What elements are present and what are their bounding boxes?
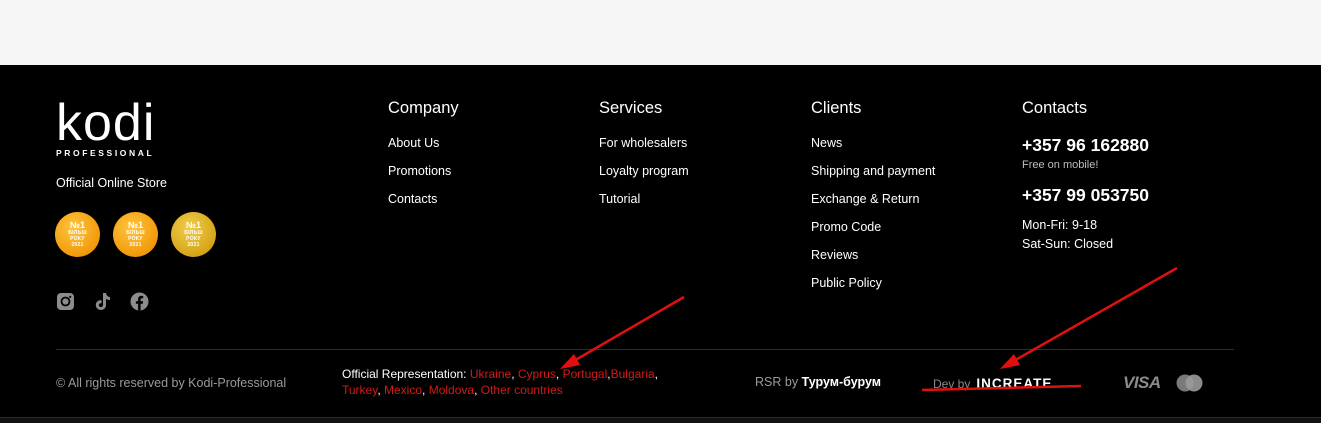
official-representation: Official Representation: Ukraine, Cyprus… — [342, 367, 658, 397]
footer-divider — [56, 349, 1234, 350]
logo-subtitle: PROFESSIONAL — [56, 148, 155, 158]
instagram-icon[interactable] — [56, 292, 75, 311]
store-label: Official Online Store — [56, 176, 167, 190]
footer-link-reviews[interactable]: Reviews — [811, 247, 935, 275]
hours-weekend: Sat-Sun: Closed — [1022, 237, 1114, 251]
country-link-other[interactable]: Other countries — [481, 383, 563, 397]
kodi-logo[interactable]: kodi PROFESSIONAL — [56, 94, 182, 158]
footer-link-public-policy[interactable]: Public Policy — [811, 275, 935, 303]
rsr-brand: Турум-бурум — [801, 375, 882, 389]
badge-rank: №1 — [69, 220, 86, 230]
badge-rank: №1 — [127, 220, 144, 230]
country-link-moldova[interactable]: Moldova — [429, 383, 474, 397]
hours-weekdays: Mon-Fri: 9-18 — [1022, 218, 1098, 232]
footer-link-shipping[interactable]: Shipping and payment — [811, 163, 935, 191]
award-badge: №1 БІЛЬШ РОКУ 2021 — [113, 212, 158, 257]
dev-brand: INCREATE — [976, 376, 1053, 391]
phone-note: Free on mobile! — [1022, 159, 1099, 171]
badge-text: 2021 — [129, 242, 142, 248]
footer-link-promotions[interactable]: Promotions — [388, 163, 459, 191]
footer-link-promo-code[interactable]: Promo Code — [811, 219, 935, 247]
tiktok-icon[interactable] — [93, 292, 112, 311]
footer-link-tutorial[interactable]: Tutorial — [599, 191, 689, 219]
country-link-ukraine[interactable]: Ukraine — [470, 367, 511, 381]
country-link-mexico[interactable]: Mexico — [384, 383, 422, 397]
social-links — [56, 292, 149, 311]
services-heading: Services — [599, 99, 663, 117]
developer-credit[interactable]: Dev by INCREATE — [933, 376, 1052, 391]
dev-label: Dev by — [933, 376, 971, 391]
badge-text: 2021 — [71, 242, 84, 248]
phone-number-secondary[interactable]: +357 99 053750 — [1022, 185, 1149, 206]
copyright-text: © All rights reserved by Kodi-Profession… — [56, 376, 287, 390]
clients-column: Clients News Shipping and payment Exchan… — [811, 99, 935, 303]
footer-link-contacts[interactable]: Contacts — [388, 191, 459, 219]
footer-link-wholesalers[interactable]: For wholesalers — [599, 135, 689, 163]
payment-methods: VISA — [1123, 373, 1204, 393]
footer-link-about-us[interactable]: About Us — [388, 135, 459, 163]
company-column: Company About Us Promotions Contacts — [388, 99, 459, 219]
visa-icon: VISA — [1123, 373, 1161, 392]
award-badges: №1 БІЛЬШ РОКУ 2021 №1 БІЛЬШ РОКУ 2021 №1… — [55, 212, 216, 257]
contacts-column: Contacts +357 96 162880 Free on mobile! … — [1022, 99, 1149, 254]
badge-rank: №1 — [185, 220, 202, 230]
award-badge: №1 БІЛЬШ РОКУ 2021 — [171, 212, 216, 257]
rsr-credit[interactable]: RSR by Турум-бурум — [755, 375, 881, 389]
company-heading: Company — [388, 99, 459, 117]
page-top-area — [0, 0, 1321, 65]
contacts-heading: Contacts — [1022, 99, 1088, 117]
logo-wordmark: kodi — [56, 94, 156, 152]
footer-link-exchange[interactable]: Exchange & Return — [811, 191, 935, 219]
footer-link-news[interactable]: News — [811, 135, 935, 163]
facebook-icon[interactable] — [130, 292, 149, 311]
clients-heading: Clients — [811, 99, 862, 117]
mastercard-icon — [1176, 374, 1203, 392]
page-bottom-edge — [0, 417, 1321, 423]
award-badge: №1 БІЛЬШ РОКУ 2021 — [55, 212, 100, 257]
rsr-label: RSR by — [755, 375, 799, 389]
country-link-bulgaria[interactable]: Bulgaria — [611, 367, 655, 381]
site-footer: kodi PROFESSIONAL Official Online Store … — [0, 65, 1321, 417]
services-column: Services For wholesalers Loyalty program… — [599, 99, 689, 219]
footer-link-loyalty[interactable]: Loyalty program — [599, 163, 689, 191]
country-link-cyprus[interactable]: Cyprus — [518, 367, 556, 381]
representation-label: Official Representation: — [342, 367, 467, 381]
country-link-portugal[interactable]: Portugal — [563, 367, 608, 381]
country-link-turkey[interactable]: Turkey — [342, 383, 377, 397]
phone-number-primary[interactable]: +357 96 162880 — [1022, 135, 1149, 156]
badge-text: 2021 — [187, 242, 200, 248]
